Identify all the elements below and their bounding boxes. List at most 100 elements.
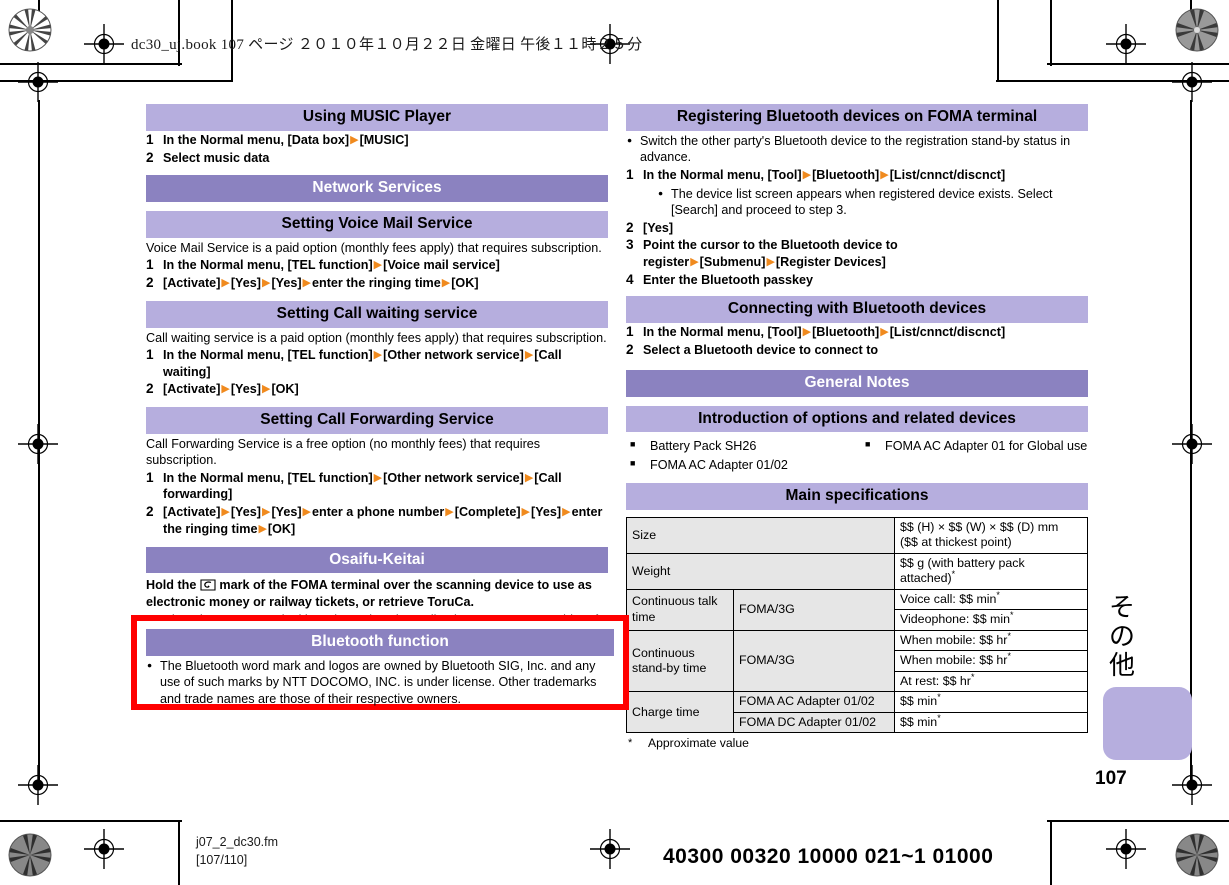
step-text-part: [MUSIC] <box>359 132 409 147</box>
step-number: 2 <box>626 342 634 357</box>
step-text-part: [Bluetooth] <box>812 325 880 340</box>
step-text-part: [List/cnnct/discnct] <box>889 325 1006 340</box>
step-text-part: [Yes] <box>271 505 302 520</box>
registration-crosshair-icon-11 <box>590 829 630 869</box>
step-text-part: enter the ringing time <box>312 276 441 291</box>
footnote-marker: * <box>1010 610 1014 621</box>
table-cell-value: $$ min* <box>894 691 1088 713</box>
arrow-icon: ▶ <box>562 506 571 519</box>
section-header-registering-bluetooth: Registering Bluetooth devices on FOMA te… <box>626 104 1088 131</box>
registration-crosshair-icon-3 <box>18 62 58 102</box>
arrow-icon: ▶ <box>261 383 271 396</box>
step-text-part: [OK] <box>267 521 296 536</box>
step-item: 1 In the Normal menu, [TEL function]▶[Ot… <box>146 347 608 380</box>
options-list: Battery Pack SH26 FOMA AC Adapter 01 for… <box>626 437 1088 474</box>
registration-crosshair-icon-5 <box>18 424 58 464</box>
star-target-icon-bl <box>8 833 52 877</box>
arrow-icon: ▶ <box>766 255 775 268</box>
steps-registering-bluetooth: 1 In the Normal menu, [Tool]▶[Bluetooth]… <box>626 167 1088 289</box>
spec-size-line1: $$ (H) × $$ (W) × $$ (D) mm <box>900 519 1059 534</box>
step-text-part: Select music data <box>163 150 270 165</box>
source-file-name: j07_2_dc30.fm <box>196 835 279 849</box>
step-item: 2 [Activate]▶[Yes]▶[Yes]▶enter the ringi… <box>146 275 608 292</box>
register-lead-bullets: Switch the other party's Bluetooth devic… <box>626 133 1088 166</box>
table-cell-key: Weight <box>626 552 895 590</box>
step-number: 1 <box>146 346 154 362</box>
footnote-text: Approximate value <box>648 736 749 751</box>
osaifu-lead-before: Hold the <box>146 578 197 593</box>
steps-call-waiting: 1 In the Normal menu, [TEL function]▶[Ot… <box>146 347 608 398</box>
step-item: 3 Point the cursor to the Bluetooth devi… <box>626 237 1088 270</box>
step-number: 2 <box>146 381 154 397</box>
step-text-part: In the Normal menu, [Tool] <box>643 325 802 340</box>
spec-value-text: $$ min <box>900 714 938 729</box>
step-number: 1 <box>146 131 154 147</box>
print-control-number: 40300 00320 10000 021~1 01000 <box>663 845 994 868</box>
crop-line-bl-h <box>0 820 182 822</box>
list-item: Battery Pack SH26 <box>626 437 853 455</box>
steps-using-music-player: 1 In the Normal menu, [Data box]▶[MUSIC]… <box>146 132 608 166</box>
step-text-part: [Register Devices] <box>775 254 886 269</box>
page-slug: dc30_uj.book 107 ページ ２０１０年１０月２２日 金曜日 午後１… <box>131 37 643 53</box>
arrow-icon: ▶ <box>302 277 312 290</box>
annotation-highlight-box: Bluetooth function The Bluetooth word ma… <box>131 615 629 710</box>
arrow-icon: ▶ <box>524 471 534 484</box>
step-text-part: [OK] <box>451 276 479 291</box>
registration-crosshair-icon-10 <box>1106 829 1146 869</box>
arrow-icon: ▶ <box>880 168 889 181</box>
table-row: Charge time FOMA AC Adapter 01/02 $$ min… <box>626 691 1088 734</box>
step-number: 2 <box>626 219 634 235</box>
arrow-icon: ▶ <box>373 259 383 272</box>
page-number: 107 <box>1095 768 1127 789</box>
section-header-call-forwarding: Setting Call Forwarding Service <box>146 407 608 434</box>
callfwd-intro: Call Forwarding Service is a free option… <box>146 437 541 468</box>
step-text-part: In the Normal menu, [TEL function] <box>163 258 373 273</box>
step-number: 2 <box>146 504 154 520</box>
table-cell-mid: FOMA/3G <box>733 588 895 631</box>
table-cell-key: Charge time <box>626 691 734 734</box>
step-text-part: [OK] <box>271 382 299 397</box>
crop-line-br-v <box>1050 820 1052 885</box>
footnote-symbol: * <box>628 737 633 750</box>
arrow-icon: ▶ <box>258 522 267 535</box>
chapter-header-bluetooth-function: Bluetooth function <box>146 629 614 656</box>
left-column: Using MUSIC Player 1 In the Normal menu,… <box>146 104 608 645</box>
step-item: 2 [Activate]▶[Yes]▶[Yes]▶enter a phone n… <box>146 504 608 537</box>
footnote-marker: * <box>937 712 941 723</box>
bullet-item: Switch the other party's Bluetooth devic… <box>626 133 1088 166</box>
table-cell-value: At rest: $$ hr* <box>894 670 1088 693</box>
registration-crosshair-icon-8 <box>1172 765 1212 805</box>
table-cell-value: $$ (H) × $$ (W) × $$ (D) mm ($$ at thick… <box>894 516 1088 554</box>
step-item: 2 Select music data <box>146 150 608 167</box>
side-tab-char: の <box>1108 622 1135 653</box>
arrow-icon: ▶ <box>221 506 230 519</box>
spec-value-text: When mobile: $$ hr <box>900 632 1008 647</box>
registration-crosshair-icon-1 <box>84 24 124 64</box>
step-text-part: [Yes] <box>531 505 562 520</box>
step-number: 1 <box>626 324 634 340</box>
step-number: 1 <box>626 166 634 182</box>
table-row: Continuous stand-by time FOMA/3G When mo… <box>626 629 1088 693</box>
table-cell-key: Continuous stand-by time <box>626 629 734 693</box>
spec-value-text: Videophone: $$ min <box>900 612 1010 627</box>
steps-voice-mail: 1 In the Normal menu, [TEL function]▶[Vo… <box>146 257 608 291</box>
footnote-marker: * <box>937 692 941 703</box>
step-item: 4 Enter the Bluetooth passkey <box>626 272 1088 289</box>
table-row: Weight $$ g (with battery pack attached)… <box>626 552 1088 590</box>
registration-crosshair-icon-2 <box>1106 24 1146 64</box>
arrow-icon: ▶ <box>521 506 530 519</box>
table-cell-value: $$ min* <box>894 711 1088 734</box>
spec-size-line2: ($$ at thickest point) <box>900 535 1012 550</box>
footnote-marker: * <box>951 569 956 580</box>
chapter-header-osaifu-keitai: Osaifu-Keitai <box>146 546 608 574</box>
step-text-part: [Other network service] <box>383 347 524 362</box>
crop-line-bl-v <box>178 820 180 885</box>
step-text-part: [Yes] <box>230 505 261 520</box>
crop-line-tr-v2 <box>997 0 999 82</box>
main-specifications-table: Size $$ (H) × $$ (W) × $$ (D) mm ($$ at … <box>626 516 1088 734</box>
bullet-item: The Bluetooth word mark and logos are ow… <box>146 658 614 707</box>
table-cell-value: Voice call: $$ min* <box>894 588 1088 611</box>
step-text-part: enter a phone number <box>312 505 445 520</box>
list-item: FOMA AC Adapter 01 for Global use <box>861 437 1088 455</box>
voicemail-intro: Voice Mail Service is a paid option (mon… <box>146 240 602 255</box>
